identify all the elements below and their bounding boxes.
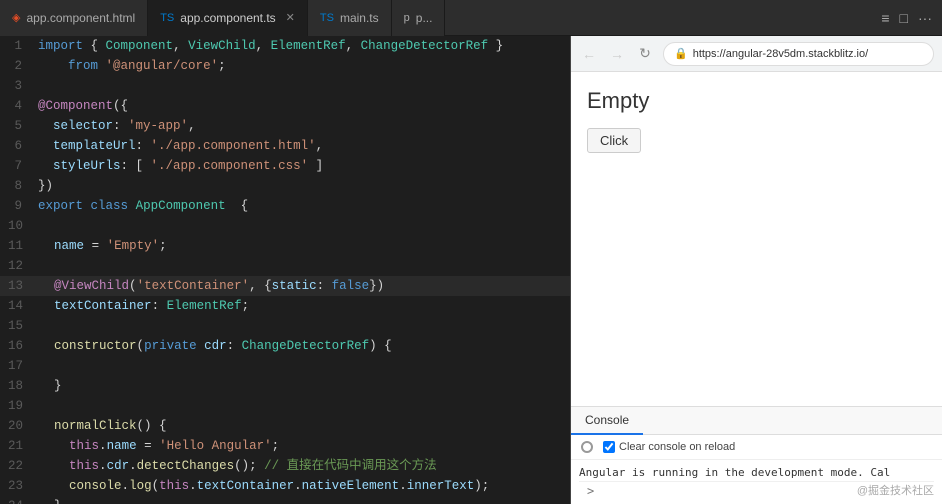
stop-icon bbox=[581, 441, 593, 453]
tab-app-html[interactable]: ◈ app.component.html bbox=[0, 0, 148, 36]
code-line-22: 22 this.cdr.detectChanges(); // 直接在代码中调用… bbox=[0, 456, 570, 476]
html-icon: ◈ bbox=[12, 11, 20, 24]
code-line-2: 2 from '@angular/core'; bbox=[0, 56, 570, 76]
code-line-10: 10 bbox=[0, 216, 570, 236]
clear-console-input[interactable] bbox=[603, 441, 615, 453]
layout-icon[interactable]: ≡ bbox=[881, 10, 889, 26]
preview-panel: ← → ↻ 🔒 https://angular-28v5dm.stackblit… bbox=[570, 36, 942, 504]
browser-bar: ← → ↻ 🔒 https://angular-28v5dm.stackblit… bbox=[571, 36, 942, 72]
code-line-12: 12 bbox=[0, 256, 570, 276]
tab-bar-actions: ≡ □ ··· bbox=[881, 10, 942, 26]
forward-button[interactable]: → bbox=[607, 44, 627, 64]
code-line-23: 23 console.log(this.textContainer.native… bbox=[0, 476, 570, 496]
preview-content: Empty Click bbox=[571, 72, 942, 406]
tab-main-ts[interactable]: TS main.ts bbox=[308, 0, 392, 36]
code-line-17: 17 bbox=[0, 356, 570, 376]
code-line-19: 19 bbox=[0, 396, 570, 416]
tab-label-app-html: app.component.html bbox=[26, 11, 135, 25]
ts-icon-1: TS bbox=[160, 12, 174, 24]
refresh-button[interactable]: ↻ bbox=[635, 44, 655, 64]
console-tab[interactable]: Console bbox=[571, 407, 643, 435]
code-line-5: 5 selector: 'my-app', bbox=[0, 116, 570, 136]
console-log-entry-1: Angular is running in the development mo… bbox=[579, 464, 934, 482]
code-line-18: 18 } bbox=[0, 376, 570, 396]
code-line-3: 3 bbox=[0, 76, 570, 96]
tab-label-app-ts: app.component.ts bbox=[180, 11, 275, 25]
tab-bar: ◈ app.component.html TS app.component.ts… bbox=[0, 0, 942, 36]
p-icon: p bbox=[404, 12, 410, 24]
tab-p[interactable]: p p... bbox=[392, 0, 446, 36]
ts-icon-2: TS bbox=[320, 12, 334, 24]
code-line-21: 21 this.name = 'Hello Angular'; bbox=[0, 436, 570, 456]
preview-title: Empty bbox=[587, 88, 926, 114]
code-line-13: 13 @ViewChild('textContainer', {static: … bbox=[0, 276, 570, 296]
back-button[interactable]: ← bbox=[579, 44, 599, 64]
code-editor[interactable]: 1 import { Component, ViewChild, Element… bbox=[0, 36, 570, 504]
code-line-4: 4 @Component({ bbox=[0, 96, 570, 116]
console-tabs: Console bbox=[571, 407, 942, 435]
code-line-1: 1 import { Component, ViewChild, Element… bbox=[0, 36, 570, 56]
code-line-15: 15 bbox=[0, 316, 570, 336]
tab-app-ts[interactable]: TS app.component.ts ✕ bbox=[148, 0, 308, 36]
url-text: https://angular-28v5dm.stackblitz.io/ bbox=[693, 48, 868, 60]
clear-console-label: Clear console on reload bbox=[619, 441, 735, 453]
code-line-9: 9 export class AppComponent { bbox=[0, 196, 570, 216]
watermark: @掘金技术社区 bbox=[857, 482, 934, 498]
code-line-6: 6 templateUrl: './app.component.html', bbox=[0, 136, 570, 156]
close-tab-icon[interactable]: ✕ bbox=[286, 11, 295, 24]
code-line-16: 16 constructor(private cdr: ChangeDetect… bbox=[0, 336, 570, 356]
code-line-7: 7 styleUrls: [ './app.component.css' ] bbox=[0, 156, 570, 176]
tab-label-main-ts: main.ts bbox=[340, 11, 379, 25]
main-area: 1 import { Component, ViewChild, Element… bbox=[0, 36, 942, 504]
code-line-8: 8 }) bbox=[0, 176, 570, 196]
stop-button[interactable] bbox=[579, 439, 595, 455]
code-line-24: 24 } bbox=[0, 496, 570, 504]
code-line-14: 14 textContainer: ElementRef; bbox=[0, 296, 570, 316]
code-line-11: 11 name = 'Empty'; bbox=[0, 236, 570, 256]
url-bar[interactable]: 🔒 https://angular-28v5dm.stackblitz.io/ bbox=[663, 42, 934, 66]
tab-label-p: p... bbox=[416, 11, 433, 25]
console-toolbar: Clear console on reload bbox=[571, 435, 942, 460]
code-line-20: 20 normalClick() { bbox=[0, 416, 570, 436]
lock-icon: 🔒 bbox=[674, 47, 688, 60]
clear-console-checkbox[interactable]: Clear console on reload bbox=[603, 441, 735, 453]
click-button[interactable]: Click bbox=[587, 128, 641, 153]
more-icon[interactable]: ··· bbox=[918, 10, 932, 26]
split-icon[interactable]: □ bbox=[900, 10, 908, 26]
